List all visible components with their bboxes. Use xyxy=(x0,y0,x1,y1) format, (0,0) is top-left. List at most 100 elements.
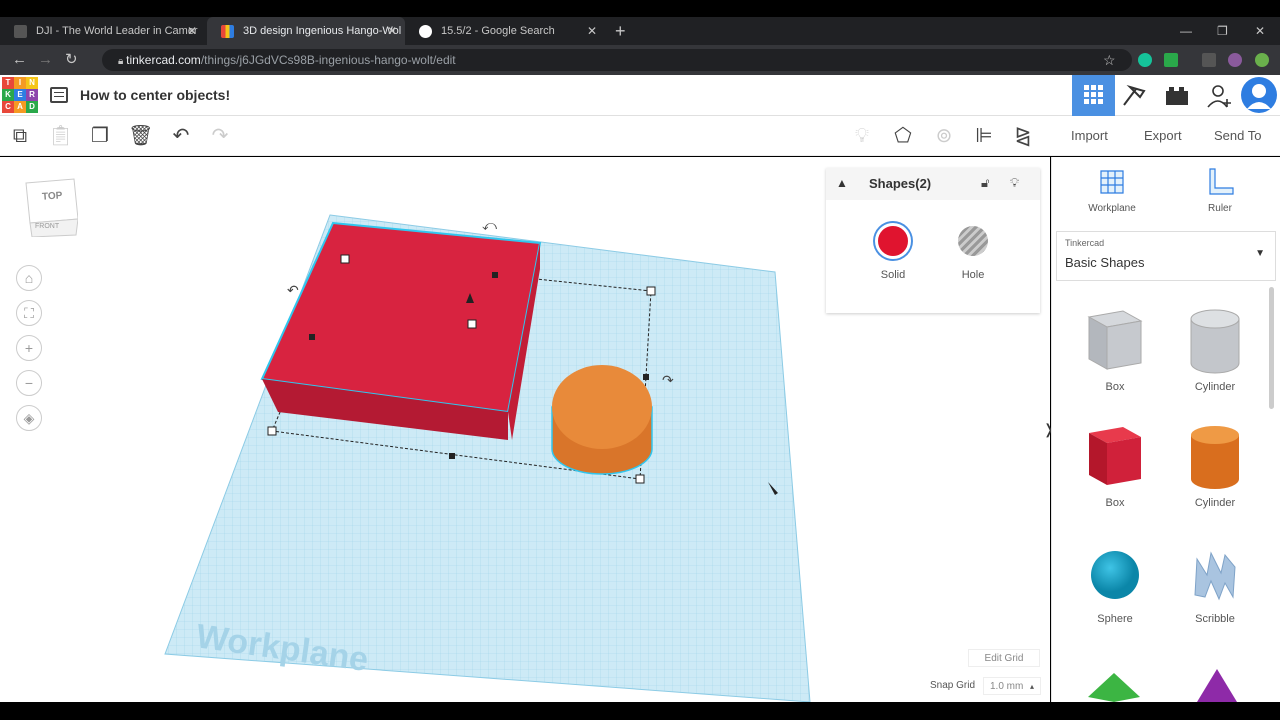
panel-scrollbar[interactable] xyxy=(1269,287,1274,409)
tab-dji[interactable]: DJI - The World Leader in Camer ✕ xyxy=(0,17,205,45)
align-icon[interactable]: ⊫ xyxy=(972,124,996,148)
shape-sphere[interactable]: Sphere xyxy=(1070,545,1160,625)
roof-icon[interactable] xyxy=(1084,667,1144,702)
workplane-button[interactable]: Workplane xyxy=(1072,167,1152,214)
library-source: Tinkercad xyxy=(1065,238,1105,248)
tab-tinkercad[interactable]: 3D design Ingenious Hango-Wol ✕ xyxy=(207,17,405,45)
3d-workspace[interactable]: Workplane ⤺ ↶ ↷ TOP FRONT ⌂ ⛶ + − ◈ ▲ Sh… xyxy=(0,157,1055,702)
tab-label: 3D design Ingenious Hango-Wol xyxy=(243,25,402,37)
minimize-icon[interactable]: — xyxy=(1180,17,1192,45)
copy-icon[interactable]: ⧉ xyxy=(8,124,32,148)
lock-icon[interactable]: 🔓︎ xyxy=(981,175,989,191)
rotate-arrow-icon[interactable]: ↷ xyxy=(662,372,674,388)
delete-icon[interactable]: 🗑︎ xyxy=(128,124,153,148)
zoom-out-icon[interactable]: − xyxy=(16,370,42,396)
lightbulb-icon[interactable]: 💡︎ xyxy=(850,124,874,148)
logo-letter: C xyxy=(2,101,14,113)
shape-label: Sphere xyxy=(1097,613,1133,625)
shape-scribble[interactable]: Scribble xyxy=(1170,545,1260,625)
workplane-icon xyxy=(1100,170,1124,194)
forward-icon[interactable]: → xyxy=(38,45,53,75)
bricks-icon[interactable] xyxy=(1162,81,1190,109)
shape-box[interactable]: Box xyxy=(1070,423,1160,509)
avatar-icon xyxy=(1247,84,1271,109)
ruler-icon xyxy=(1209,168,1234,195)
logo-letter: R xyxy=(26,89,38,101)
group-icon[interactable]: ⬠ xyxy=(891,124,915,148)
view-cube[interactable]: TOP FRONT xyxy=(22,177,79,238)
redo-icon[interactable]: ↷ xyxy=(208,124,232,148)
close-icon[interactable]: ✕ xyxy=(187,17,197,45)
invite-user-icon[interactable] xyxy=(1205,81,1233,109)
update-icon[interactable] xyxy=(1255,53,1269,67)
solid-color-swatch[interactable] xyxy=(875,223,911,259)
close-icon[interactable]: ✕ xyxy=(587,17,597,45)
tab-google[interactable]: 15.5/2 - Google Search ✕ xyxy=(405,17,605,45)
url-field[interactable]: 🔒︎ tinkercad.com/things/j6JGdVCs98B-inge… xyxy=(102,49,1132,71)
tinkercad-logo[interactable]: T I N K E R C A D xyxy=(2,77,38,113)
undo-icon[interactable]: ↶ xyxy=(169,124,193,148)
tab-label: DJI - The World Leader in Camer xyxy=(36,25,198,37)
ruler-button[interactable]: Ruler xyxy=(1180,167,1260,214)
logo-letter: T xyxy=(2,77,14,89)
edit-toolbar: ⧉ 📋︎ ❐ 🗑︎ ↶ ↷ 💡︎ ⬠ ⊚ ⊫ ⧎ Import Export S… xyxy=(0,116,1280,156)
codeblocks-icon[interactable] xyxy=(1120,81,1148,109)
shape-label: Box xyxy=(1105,381,1125,393)
paste-icon[interactable]: 📋︎ xyxy=(48,124,73,148)
back-icon[interactable]: ← xyxy=(12,45,27,75)
shape-cylinder[interactable]: Cylinder xyxy=(1170,423,1260,509)
snap-grid-select[interactable]: 1.0 mm ▴ xyxy=(983,677,1041,695)
hole-swatch[interactable] xyxy=(955,223,991,259)
user-avatar[interactable] xyxy=(1241,77,1277,113)
bookmark-star-icon[interactable]: ☆ xyxy=(1103,45,1116,75)
logo-letter: E xyxy=(14,89,26,101)
media-icon[interactable] xyxy=(1202,53,1216,67)
solid-label: Solid xyxy=(880,269,906,281)
mirror-icon[interactable]: ⧎ xyxy=(1011,124,1035,148)
shape-box-hole[interactable]: Box xyxy=(1070,307,1160,393)
zoom-in-icon[interactable]: + xyxy=(16,335,42,361)
chevron-down-icon: ▼ xyxy=(1255,248,1265,259)
scribble-icon xyxy=(1194,551,1236,601)
cylinder-hole-icon xyxy=(1190,309,1240,374)
shape-label: Cylinder xyxy=(1194,497,1236,509)
logo-letter: N xyxy=(26,77,38,89)
lightbulb-icon[interactable]: 💡︎ xyxy=(1010,175,1019,191)
collapse-icon[interactable]: ▲ xyxy=(836,176,848,190)
reload-icon[interactable]: ↻ xyxy=(65,45,78,75)
shape-cylinder-hole[interactable]: Cylinder xyxy=(1170,307,1260,393)
maximize-icon[interactable]: ❐ xyxy=(1217,17,1228,45)
snap-grid-label: Snap Grid xyxy=(930,680,976,691)
export-button[interactable]: Export xyxy=(1144,116,1182,156)
ortho-view-icon[interactable]: ◈ xyxy=(16,405,42,431)
send-to-button[interactable]: Send To xyxy=(1214,116,1261,156)
rotate-arrow-icon[interactable]: ↶ xyxy=(287,282,299,298)
ruler-button-label: Ruler xyxy=(1208,203,1232,214)
close-icon[interactable]: ✕ xyxy=(387,17,397,45)
import-button[interactable]: Import xyxy=(1071,116,1108,156)
home-view-icon[interactable]: ⌂ xyxy=(16,265,42,291)
new-tab-button[interactable]: + xyxy=(615,17,626,45)
red-box-top[interactable] xyxy=(260,221,542,414)
3d-view-button[interactable] xyxy=(1072,75,1115,116)
shape-label: Cylinder xyxy=(1194,381,1236,393)
ungroup-icon[interactable]: ⊚ xyxy=(932,124,956,148)
rotate-arrow-icon[interactable]: ⤺ xyxy=(482,217,497,233)
tinkercad-header: T I N K E R C A D How to center objects! xyxy=(0,75,1280,116)
extension-check-icon[interactable] xyxy=(1164,53,1178,67)
profile-icon[interactable] xyxy=(1228,53,1242,67)
workplane-button-label: Workplane xyxy=(1088,203,1136,214)
grammarly-icon[interactable] xyxy=(1138,53,1152,67)
design-title[interactable]: How to center objects! xyxy=(80,75,230,116)
url-host: tinkercad.com xyxy=(126,53,201,67)
duplicate-icon[interactable]: ❐ xyxy=(88,124,112,148)
logo-letter: D xyxy=(26,101,38,113)
tinkercad-icon xyxy=(221,25,234,38)
close-window-icon[interactable]: ✕ xyxy=(1255,17,1265,45)
edit-grid-button[interactable]: Edit Grid xyxy=(968,649,1040,667)
shape-library-select[interactable]: Tinkercad Basic Shapes ▼ xyxy=(1056,231,1276,281)
google-icon xyxy=(419,25,432,38)
fit-view-icon[interactable]: ⛶ xyxy=(16,300,42,326)
design-menu-icon[interactable] xyxy=(50,87,68,103)
pyramid-icon[interactable] xyxy=(1187,667,1247,702)
